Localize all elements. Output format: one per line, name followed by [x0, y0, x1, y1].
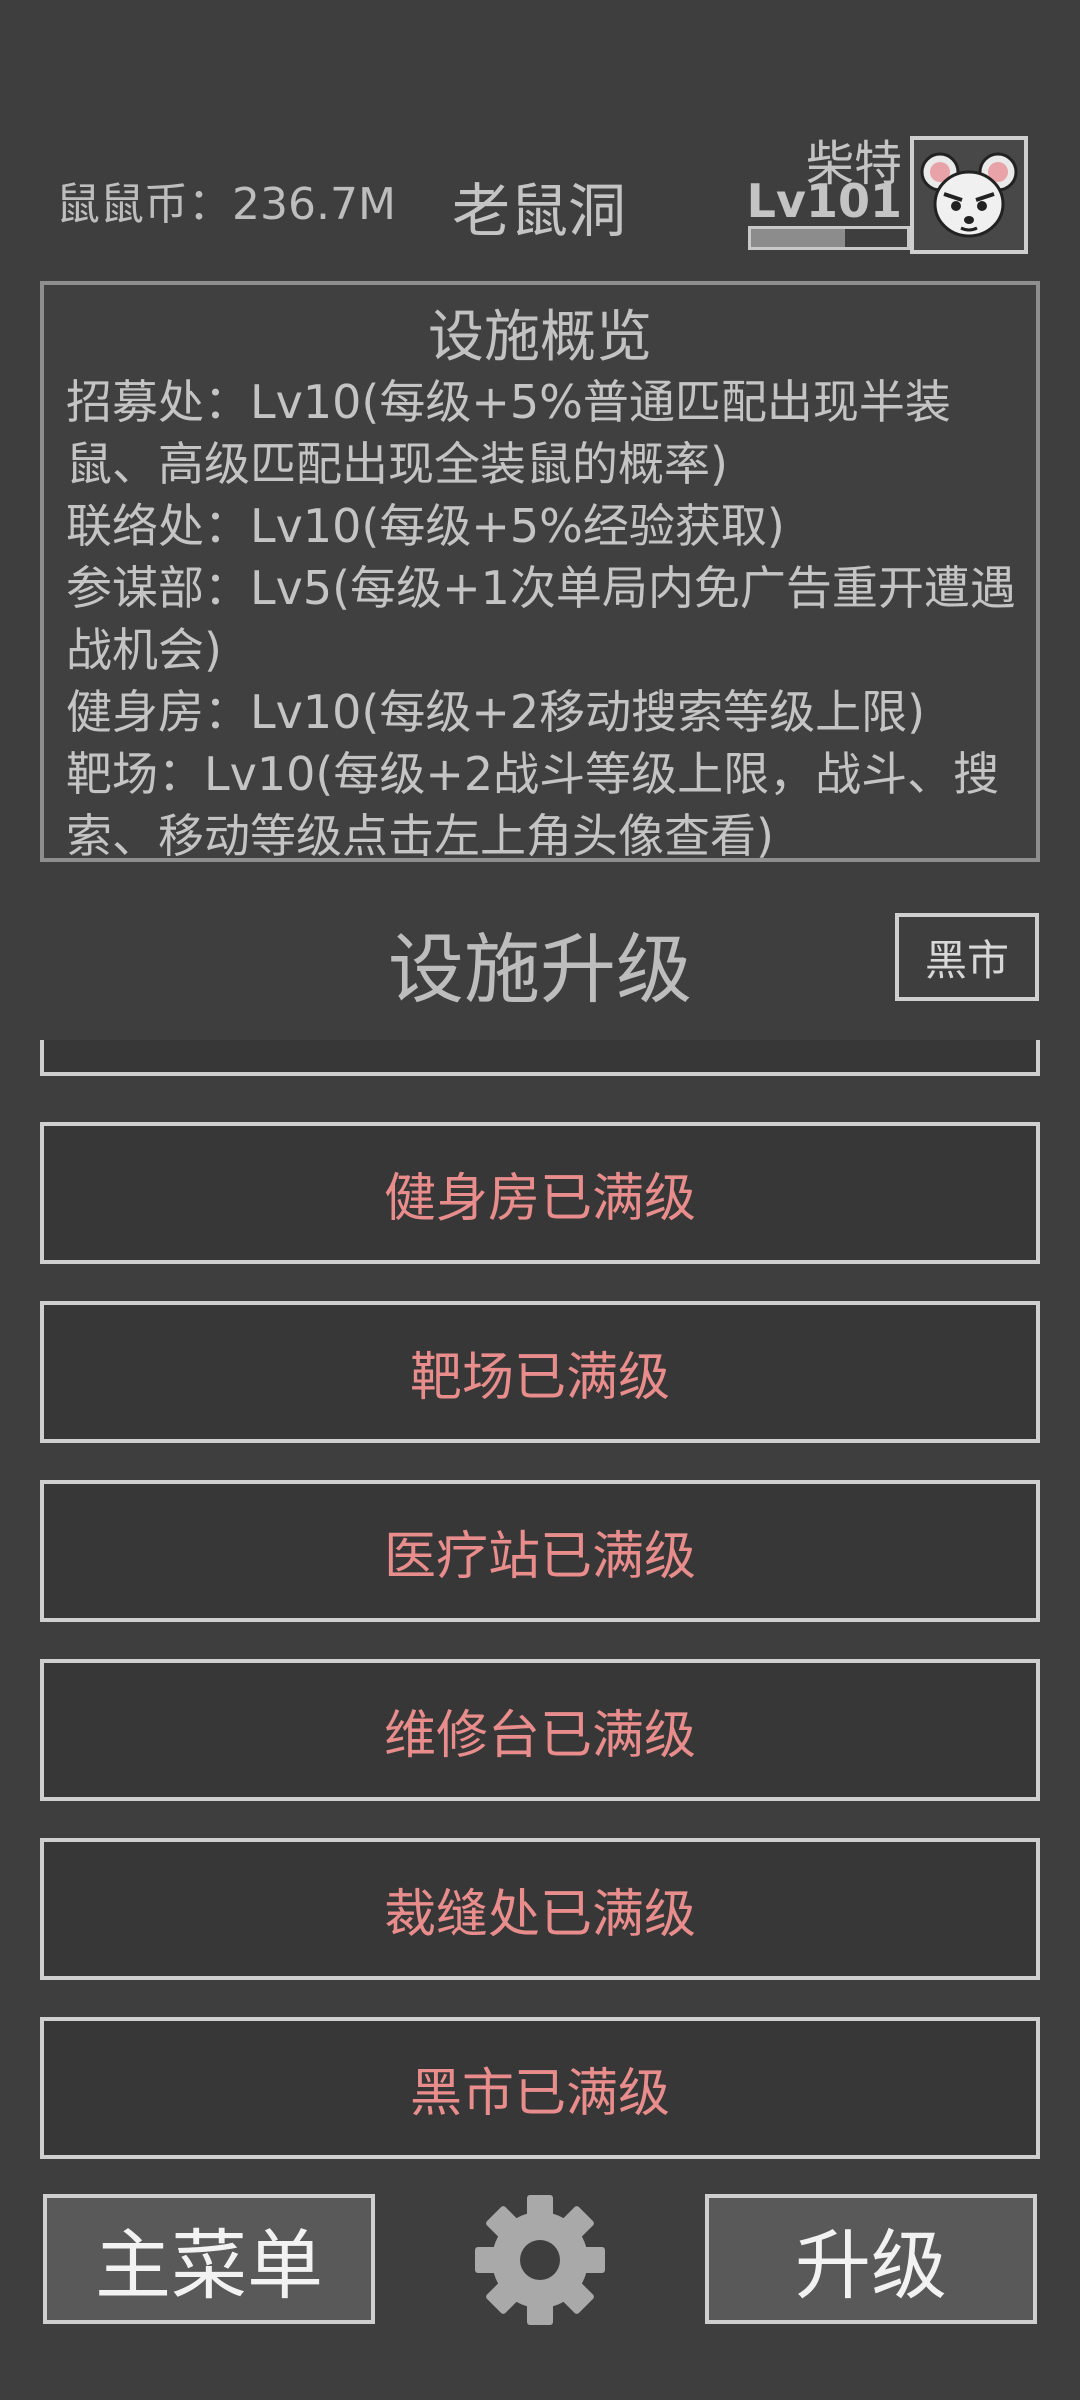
upgrade-item-staff[interactable]: 参谋部已满级	[40, 1040, 1040, 1076]
upgrade-list[interactable]: 参谋部已满级 健身房已满级 靶场已满级 医疗站已满级 维修台已满级 裁缝处已满级…	[0, 1040, 1080, 2162]
overview-line-recruitment: 招募处：Lv10(每级+5%普通匹配出现半装鼠、高级匹配出现全装鼠的概率)	[66, 375, 951, 491]
gear-icon	[475, 2195, 605, 2325]
overview-line-liaison: 联络处：Lv10(每级+5%经验获取)	[66, 499, 785, 553]
main-menu-button[interactable]: 主菜单	[43, 2194, 375, 2324]
currency-display: 鼠鼠币：236.7M	[56, 179, 396, 230]
overview-title: 设施概览	[428, 305, 652, 370]
upgrade-item-tailor[interactable]: 裁缝处已满级	[40, 1838, 1040, 1980]
upgrade-button[interactable]: 升级	[705, 2194, 1037, 2324]
overview-line-staff: 参谋部：Lv5(每级+1次单局内免广告重开遭遇战机会)	[66, 561, 1016, 677]
overview-line-shooting-range: 靶场：Lv10(每级+2战斗等级上限，战斗、搜索、移动等级点击左上角头像查看)	[66, 747, 1000, 862]
settings-button[interactable]	[473, 2193, 607, 2327]
black-market-button[interactable]: 黑市	[895, 913, 1039, 1001]
upgrade-item-shooting-range[interactable]: 靶场已满级	[40, 1301, 1040, 1443]
facility-overview-panel[interactable]: 设施概览 招募处：Lv10(每级+5%普通匹配出现半装鼠、高级匹配出现全装鼠的概…	[40, 281, 1040, 862]
upgrade-item-repair[interactable]: 维修台已满级	[40, 1659, 1040, 1801]
overview-list: 招募处：Lv10(每级+5%普通匹配出现半装鼠、高级匹配出现全装鼠的概率) 联络…	[44, 371, 1036, 862]
upgrade-item-gym[interactable]: 健身房已满级	[40, 1122, 1040, 1264]
upgrade-item-medical[interactable]: 医疗站已满级	[40, 1480, 1040, 1622]
xp-progress-bar	[748, 226, 910, 250]
mouse-avatar-icon	[920, 152, 1018, 238]
upgrade-item-black-market[interactable]: 黑市已满级	[40, 2017, 1040, 2159]
xp-progress-fill	[751, 229, 845, 247]
overview-line-gym: 健身房：Lv10(每级+2移动搜索等级上限)	[66, 685, 926, 739]
player-avatar[interactable]	[910, 136, 1028, 254]
player-level: Lv101	[746, 174, 902, 228]
location-title: 老鼠洞	[452, 177, 627, 245]
